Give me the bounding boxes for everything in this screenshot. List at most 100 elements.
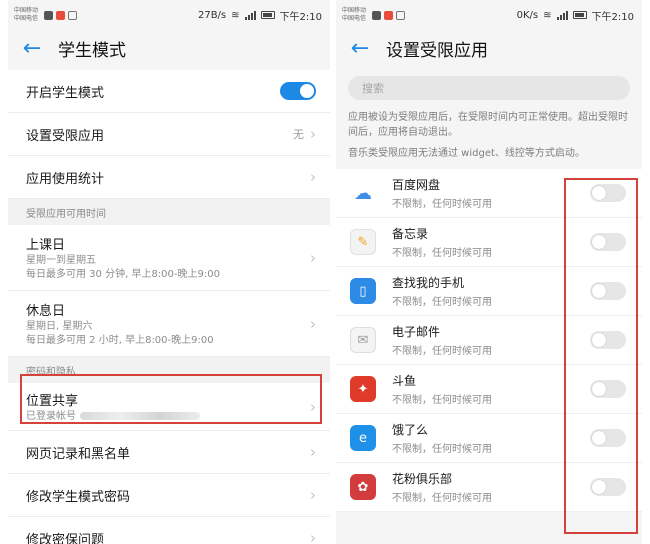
location-sharing-row[interactable]: 位置共享 已登录帐号 › [8,383,330,431]
chevron-right-icon: › [310,397,316,416]
list-item[interactable]: e 饿了么 不限制，任何时候可用 [336,414,642,463]
row-subtitle: 星期一到星期五 [26,255,96,266]
row-label: 开启学生模式 [26,85,105,101]
privacy-list: 位置共享 已登录帐号 › 网页记录和黑名单 › 修改学生模式密码 › 修改密保问… [8,383,330,544]
blurred-account [80,412,200,420]
list-item[interactable]: ▯ 查找我的手机不限制，任何时候可用 [336,267,642,316]
carrier-info: 中国移动 中国电信 [14,7,38,23]
app-name: 百度网盘 [392,178,441,192]
huafen-club-icon: ✿ [350,474,376,500]
restrict-toggle[interactable] [590,331,626,349]
row-label: 休息日 [26,304,66,319]
status-right: 0K/s ≋ 下午2:10 [517,8,634,23]
status-bar: 中国移动 中国电信 0K/s ≋ 下午2:10 [336,0,642,30]
security-question-row[interactable]: 修改密保问题 › [8,517,330,544]
wifi-icon: ≋ [543,9,552,21]
restrict-toggle[interactable] [590,429,626,447]
schedule-list: 上课日 星期一到星期五 每日最多可用 30 分钟, 早上8:00-晚上9:00 … [8,225,330,357]
chevron-right-icon: › [310,529,316,544]
right-screen: 中国移动 中国电信 0K/s ≋ 下午2:10 ← 设置受限应用 搜索 应用被设… [336,0,642,544]
signal-icon [244,10,256,20]
section-header: 受限应用可用时间 [8,199,330,225]
network-speed: 0K/s [516,9,539,21]
restrict-toggle[interactable] [590,233,626,251]
section-header: 密码和隐私 [8,357,330,383]
email-icon: ✉ [350,327,376,353]
usage-stats-row[interactable]: 应用使用统计 › [8,156,330,199]
carrier-info: 中国移动 中国电信 [342,7,366,23]
restrict-toggle[interactable] [590,184,626,202]
notification-icon [396,10,406,20]
change-password-row[interactable]: 修改学生模式密码 › [8,474,330,517]
list-item[interactable]: ☁ 百度网盘不限制，任何时候可用 [336,169,642,218]
row-value: 无 [293,128,304,141]
row-label: 应用使用统计 [26,171,105,187]
back-arrow-icon[interactable]: ← [20,36,44,61]
status-right: 27B/s ≋ 下午2:10 [198,8,322,23]
school-day-row[interactable]: 上课日 星期一到星期五 每日最多可用 30 分钟, 早上8:00-晚上9:00 … [8,225,330,291]
list-item[interactable]: ✎ 备忘录 不限制，任何时候可用 [336,218,642,267]
title-bar: ← 设置受限应用 [336,30,642,66]
list-item[interactable]: ✉ 电子邮件不限制，任何时候可用 [336,316,642,365]
status-bar: 中国移动 中国电信 27B/s ≋ 下午2:10 [8,0,330,30]
browsing-history-row[interactable]: 网页记录和黑名单 › [8,431,330,474]
app-status: 不限制，任何时候可用 [392,297,492,308]
rest-day-row[interactable]: 休息日 星期日, 星期六 每日最多可用 2 小时, 早上8:00-晚上9:00 … [8,291,330,357]
carrier-2: 中国电信 [14,15,39,22]
carrier-1: 中国移动 [14,7,39,14]
notification-icons [44,10,78,20]
page-title: 学生模式 [58,40,126,61]
clock: 下午2:10 [591,11,634,23]
title-bar: ← 学生模式 [8,30,330,66]
chevron-right-icon: › [310,443,316,461]
description-note: 音乐类受限应用无法通过 widget、线控等方式启动。 [348,148,585,159]
chevron-right-icon: › [310,314,316,333]
settings-list: 开启学生模式 设置受限应用 无 › 应用使用统计 › [8,70,330,199]
notification-icon [68,10,78,20]
app-name: 斗鱼 [392,374,417,388]
carrier-1: 中国移动 [342,7,367,14]
app-name: 电子邮件 [392,325,441,339]
restrict-toggle[interactable] [590,380,626,398]
clock: 下午2:10 [279,11,322,23]
left-screen: 中国移动 中国电信 27B/s ≋ 下午2:10 ← 学生模式 开启学生模式 设… [8,0,330,544]
chevron-right-icon: › [310,248,316,267]
search-input[interactable]: 搜索 [348,76,630,100]
wifi-icon: ≋ [231,9,240,21]
row-subtitle: 每日最多可用 2 小时, 早上8:00-晚上9:00 [26,335,214,346]
student-mode-switch[interactable] [280,82,316,100]
baidu-pan-icon: ☁ [350,180,376,206]
chevron-right-icon: › [310,125,316,143]
row-subtitle: 每日最多可用 30 分钟, 早上8:00-晚上9:00 [26,269,220,280]
carrier-2: 中国电信 [342,15,367,22]
app-name: 查找我的手机 [392,276,465,290]
app-name: 饿了么 [392,423,429,437]
student-mode-toggle-row[interactable]: 开启学生模式 [8,70,330,113]
app-status: 不限制，任何时候可用 [392,248,492,259]
restrict-toggle[interactable] [590,478,626,496]
row-label: 设置受限应用 [26,128,105,144]
app-status: 不限制，任何时候可用 [392,199,492,210]
description-text: 应用被设为受限应用后，在受限时间内可正常使用。超出受限时间后，应用将自动退出。 [348,112,628,138]
app-status: 不限制，任何时候可用 [392,395,492,406]
notification-icon [372,10,382,20]
notification-icons [372,10,406,20]
app-status: 不限制，任何时候可用 [392,346,492,357]
restrict-toggle[interactable] [590,282,626,300]
douyu-icon: ✦ [350,376,376,402]
list-item[interactable]: ✦ 斗鱼不限制，任何时候可用 [336,365,642,414]
eleme-icon: e [350,425,376,451]
list-item[interactable]: ✿ 花粉俱乐部 不限制，任何时候可用 [336,463,642,512]
app-name: 备忘录 [392,227,429,241]
row-subtitle: 已登录帐号 [26,411,76,422]
back-arrow-icon[interactable]: ← [348,36,372,61]
row-label: 修改学生模式密码 [26,489,131,505]
row-label: 修改密保问题 [26,532,105,544]
chevron-right-icon: › [310,486,316,504]
row-label: 网页记录和黑名单 [26,446,131,462]
battery-icon [572,11,587,19]
find-phone-icon: ▯ [350,278,376,304]
notification-icon [384,10,394,20]
network-speed: 27B/s [197,9,227,21]
restricted-apps-row[interactable]: 设置受限应用 无 › [8,113,330,156]
